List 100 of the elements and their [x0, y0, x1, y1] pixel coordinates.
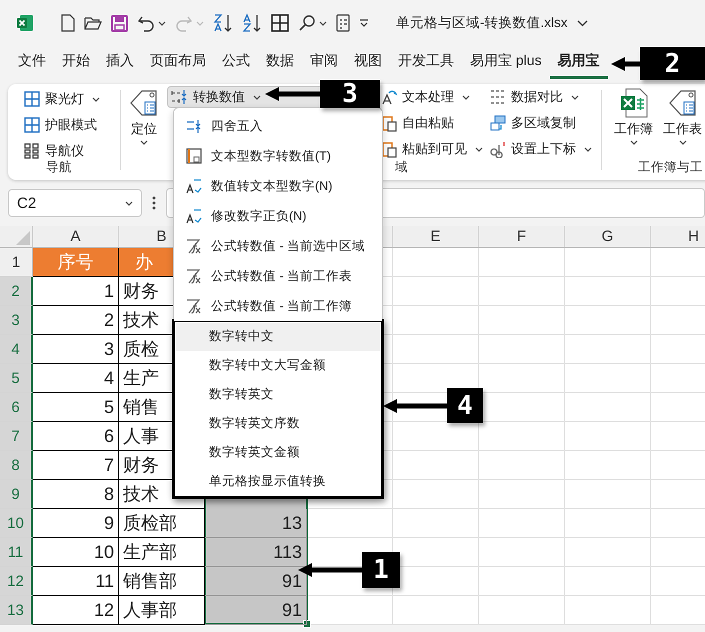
- menu-item[interactable]: 数字转中文: [175, 322, 381, 351]
- row-header[interactable]: 5: [0, 364, 33, 393]
- ribbon-large-button[interactable]: 定位: [127, 88, 161, 145]
- grid-icon: [23, 90, 41, 108]
- copy-icon: [489, 114, 507, 132]
- group-label: 工作簿与工: [638, 159, 703, 176]
- name-box[interactable]: C2: [8, 189, 142, 217]
- caret-icon: [158, 20, 166, 26]
- formula-icon: [185, 237, 203, 255]
- ribbon-tab[interactable]: 易用宝: [550, 48, 608, 78]
- callout-badge: 3: [320, 80, 380, 108]
- table-cell: 人事部: [119, 596, 205, 625]
- menu-item[interactable]: 数字转英文金额: [175, 438, 381, 467]
- text-number-icon: [185, 147, 203, 165]
- column-header[interactable]: H: [651, 226, 705, 247]
- row-header[interactable]: 12: [0, 567, 33, 596]
- table-cell: 6: [33, 422, 119, 451]
- menu-item[interactable]: 文本型数字转数值(T): [174, 141, 382, 171]
- ribbon-button[interactable]: 设置上下标: [486, 138, 595, 160]
- row-header[interactable]: 2: [0, 277, 33, 306]
- menu-item[interactable]: 四舍五入: [174, 111, 382, 141]
- menu-item[interactable]: 数字转中文大写金额: [175, 351, 381, 380]
- caret-icon: [125, 200, 133, 206]
- table-cell: 销售部: [119, 567, 205, 596]
- ribbon-button[interactable]: 文本处理: [377, 86, 486, 108]
- customize-icon[interactable]: [359, 18, 369, 28]
- ribbon-button[interactable]: 护眼模式: [20, 114, 114, 136]
- caret-icon: [92, 96, 100, 102]
- more-options-icon[interactable]: [152, 196, 156, 210]
- menu-item[interactable]: 单元格按显示值转换: [175, 467, 381, 496]
- ribbon-tab[interactable]: 审阅: [302, 48, 346, 78]
- menu-item[interactable]: 修改数字正负(N): [174, 201, 382, 231]
- caret-icon: [319, 20, 327, 26]
- ribbon-large-button[interactable]: 工作表: [661, 88, 704, 145]
- table-cell: 12: [33, 596, 119, 625]
- formula-icon: [185, 297, 203, 315]
- callout-arrow: [265, 87, 320, 101]
- document-title[interactable]: 单元格与区域-转换数值.xlsx: [396, 14, 568, 32]
- menu-item[interactable]: 数字转英文序数: [175, 409, 381, 438]
- undo-icon[interactable]: [137, 14, 155, 32]
- row-header[interactable]: 1: [0, 248, 33, 277]
- ribbon-tab[interactable]: 开发工具: [390, 48, 462, 78]
- ribbon-tab[interactable]: 文件: [10, 48, 54, 78]
- menu-item[interactable]: 公式转数值 - 当前工作簿: [174, 291, 382, 321]
- text-icon: [380, 88, 398, 106]
- form-icon[interactable]: [336, 14, 350, 32]
- ribbon-tab[interactable]: 开始: [54, 48, 98, 78]
- ribbon-tab[interactable]: 数据: [258, 48, 302, 78]
- excel-document-icon: [620, 88, 648, 118]
- row-header[interactable]: 11: [0, 538, 33, 567]
- ribbon-large-button[interactable]: 工作簿: [612, 88, 655, 145]
- row-header[interactable]: 10: [0, 509, 33, 538]
- folder-icon[interactable]: [84, 15, 102, 31]
- table-cell: 质检部: [119, 509, 205, 538]
- save-icon[interactable]: [111, 14, 128, 32]
- menu-item[interactable]: 数值转文本型数字(N): [174, 171, 382, 201]
- excel-logo-icon[interactable]: [16, 14, 34, 32]
- table-cell: 13: [205, 509, 307, 538]
- row-header[interactable]: 9: [0, 480, 33, 509]
- ribbon-tab[interactable]: 页面布局: [142, 48, 214, 78]
- number-text-icon: [185, 177, 203, 195]
- search-icon[interactable]: [298, 14, 316, 32]
- ribbon-tab[interactable]: 公式: [214, 48, 258, 78]
- caret-icon: [140, 140, 148, 145]
- table-cell: 5: [33, 393, 119, 422]
- table-cell: 7: [33, 451, 119, 480]
- ribbon-tab[interactable]: 易用宝 plus: [462, 48, 550, 78]
- row-header[interactable]: 7: [0, 422, 33, 451]
- ribbon-tab[interactable]: 插入: [98, 48, 142, 78]
- row-header[interactable]: 8: [0, 451, 33, 480]
- number-text-icon: [185, 207, 203, 225]
- table-cell: 11: [33, 567, 119, 596]
- menu-item[interactable]: 数字转英文: [175, 380, 381, 409]
- menu-item[interactable]: 公式转数值 - 当前工作表: [174, 261, 382, 291]
- column-header[interactable]: G: [565, 226, 651, 247]
- new-file-icon[interactable]: [61, 14, 75, 32]
- ribbon-button[interactable]: 聚光灯: [20, 88, 114, 110]
- caret-icon: [630, 140, 638, 145]
- column-header[interactable]: F: [479, 226, 565, 247]
- row-header[interactable]: 13: [0, 596, 33, 625]
- table-cell: 8: [33, 480, 119, 509]
- row-header[interactable]: 3: [0, 306, 33, 335]
- column-header[interactable]: E: [393, 226, 479, 247]
- convert-numbers-icon: [171, 88, 189, 106]
- ribbon-button[interactable]: 多区域复制: [486, 112, 595, 134]
- ribbon-tab[interactable]: 视图: [346, 48, 390, 78]
- chevron-down-icon[interactable]: [576, 20, 588, 26]
- caret-icon: [678, 140, 686, 145]
- ribbon-button[interactable]: 导航仪: [20, 140, 114, 162]
- row-header[interactable]: 6: [0, 393, 33, 422]
- table-cell: 9: [33, 509, 119, 538]
- ribbon-button[interactable]: 数据对比: [486, 86, 595, 108]
- borders-icon[interactable]: [271, 14, 289, 32]
- formula-icon: [185, 267, 203, 285]
- callout-badge: 2: [640, 47, 705, 80]
- menu-item[interactable]: 公式转数值 - 当前选中区域: [174, 231, 382, 261]
- table-cell: 2: [33, 306, 119, 335]
- row-header[interactable]: 4: [0, 335, 33, 364]
- column-header[interactable]: A: [33, 226, 119, 247]
- group-label: 域: [395, 159, 408, 176]
